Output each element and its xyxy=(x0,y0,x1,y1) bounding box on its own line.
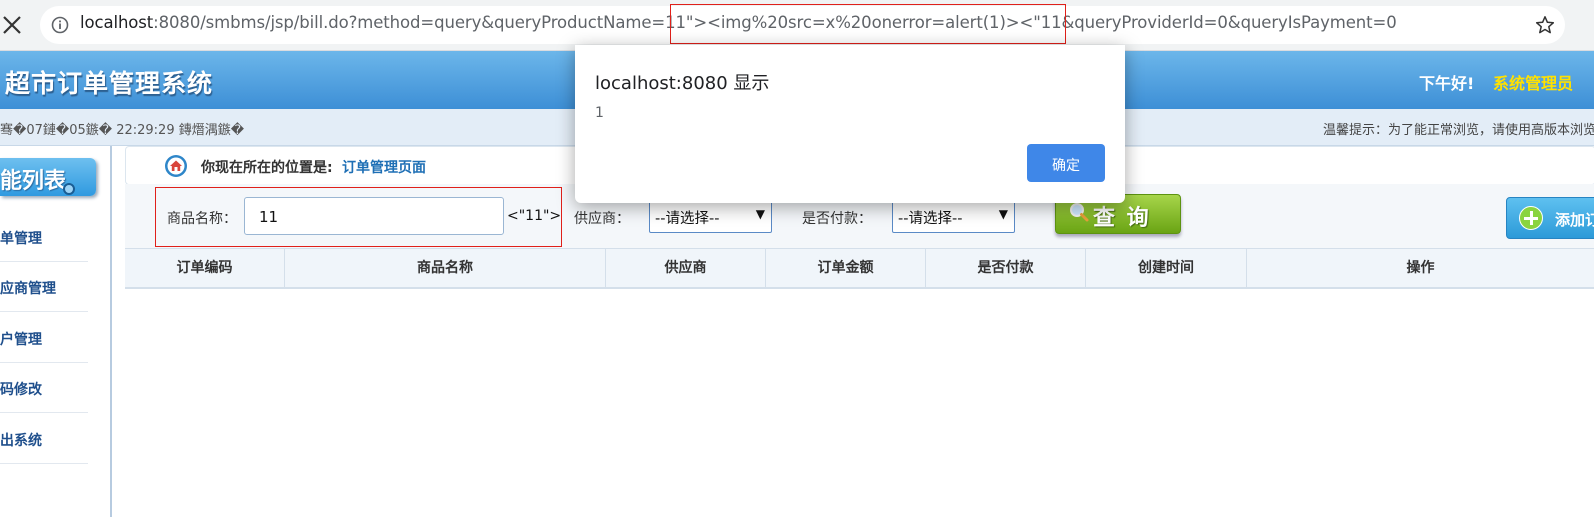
sidebar-item-label: 密码修改 xyxy=(0,382,42,398)
url-highlight-box xyxy=(670,4,1066,44)
sidebar-item-bills[interactable]: 订单管理 xyxy=(0,211,88,262)
function-list-label: 功能列表 xyxy=(0,169,67,194)
provider-selected: --请选择-- xyxy=(655,211,720,227)
sidebar-item-label: 订单管理 xyxy=(0,231,42,247)
close-icon[interactable] xyxy=(0,8,26,42)
ok-button-label: 确定 xyxy=(1052,158,1080,174)
bill-table-header: 订单编码 商品名称 供应商 订单金额 是否付款 创建时间 操作 xyxy=(125,248,1594,289)
sidebar-item-providers[interactable]: 供应商管理 xyxy=(0,261,88,312)
provider-label: 供应商： xyxy=(574,211,630,227)
current-user: 系统管理员 xyxy=(1493,74,1574,93)
ok-button[interactable]: 确定 xyxy=(1027,144,1105,182)
home-icon xyxy=(165,155,187,177)
circle-icon xyxy=(63,183,75,195)
info-icon[interactable] xyxy=(50,15,70,35)
add-bill-label: 添加订单 xyxy=(1555,211,1594,229)
sidebar: 功能列表 订单管理 供应商管理 用户管理 密码修改 退出系统 xyxy=(0,146,112,517)
magnifier-icon xyxy=(1070,203,1089,222)
clock-text: 骞�07鏈�05鏃� 22:29:29 鏄熸湡鏃� xyxy=(0,123,245,138)
add-bill-button[interactable]: 添加订单 xyxy=(1506,197,1594,239)
column-header: 供应商 xyxy=(606,249,766,287)
search-highlight-box xyxy=(155,187,562,247)
column-header: 操作 xyxy=(1406,260,1435,276)
browser-tip: 温馨提示：为了能正常浏览，请使用高版本浏览器 xyxy=(1323,123,1594,138)
payment-label: 是否付款： xyxy=(802,211,872,227)
sidebar-item-label: 用户管理 xyxy=(0,332,42,348)
column-header: 订单金额 xyxy=(766,249,926,287)
location-link[interactable]: 订单管理页面 xyxy=(342,157,426,177)
greeting-text: 下午好! xyxy=(1419,74,1475,93)
dropdown-arrow-icon: ▼ xyxy=(998,207,1008,221)
bookmark-star-icon[interactable] xyxy=(1535,15,1555,35)
query-button-label: 查 询 xyxy=(1093,206,1151,231)
dialog-message: 1 xyxy=(595,105,604,121)
column-header: 创建时间 xyxy=(1086,249,1247,287)
app-title: 超市订单管理系统 xyxy=(5,69,214,98)
payment-selected: --请选择-- xyxy=(898,211,963,227)
dialog-title: localhost:8080 显示 xyxy=(595,73,770,94)
url-host: localhost xyxy=(80,13,154,32)
sidebar-item-logout[interactable]: 退出系统 xyxy=(0,413,88,464)
sidebar-item-label: 供应商管理 xyxy=(0,281,56,297)
dropdown-arrow-icon: ▼ xyxy=(755,207,765,221)
function-list-header: 功能列表 xyxy=(0,158,96,196)
alert-dialog: localhost:8080 显示 1 确定 xyxy=(575,45,1125,203)
sidebar-item-label: 退出系统 xyxy=(0,433,42,449)
sidebar-item-password[interactable]: 密码修改 xyxy=(0,362,88,413)
column-header: 是否付款 xyxy=(926,249,1086,287)
column-header: 商品名称 xyxy=(285,249,606,287)
sidebar-item-users[interactable]: 用户管理 xyxy=(0,312,88,363)
location-label: 你现在所在的位置是: xyxy=(201,160,333,176)
plus-icon xyxy=(1519,206,1543,230)
column-header: 订单编码 xyxy=(125,249,285,287)
